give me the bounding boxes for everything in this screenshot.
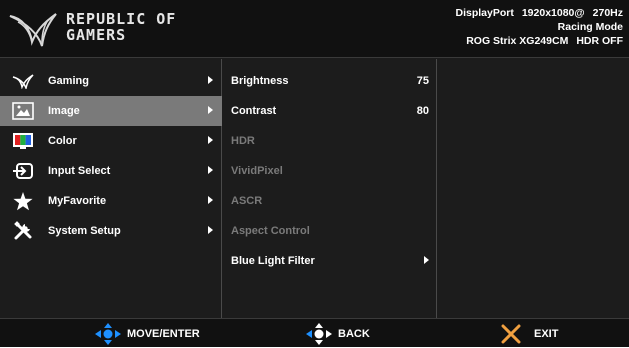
sub-item-brightness[interactable]: Brightness 75 <box>223 66 437 96</box>
menu-item-myfavorite[interactable]: MyFavorite <box>0 186 222 216</box>
sub-item-label: HDR <box>231 135 255 147</box>
input-select-icon <box>12 161 34 181</box>
chevron-right-icon <box>208 106 213 114</box>
menu-item-system-setup[interactable]: System Setup <box>0 216 222 246</box>
osd-header: REPUBLIC OF GAMERS DisplayPort 1920x1080@… <box>0 0 629 58</box>
menu-item-color[interactable]: Color <box>0 126 222 156</box>
back-hint: BACK <box>306 319 370 348</box>
sub-item-hdr: HDR <box>223 126 437 156</box>
picture-icon <box>12 101 34 121</box>
chevron-right-icon <box>208 166 213 174</box>
chevron-right-icon <box>208 76 213 84</box>
chevron-right-icon <box>208 136 213 144</box>
signal-info: DisplayPort 1920x1080@ 270Hz <box>455 6 623 20</box>
osd-menu: REPUBLIC OF GAMERS DisplayPort 1920x1080@… <box>0 0 629 347</box>
sub-item-label: Brightness <box>231 75 289 87</box>
sub-item-ascr: ASCR <box>223 186 437 216</box>
exit-x-icon <box>501 324 521 343</box>
sub-item-label: Blue Light Filter <box>231 255 315 267</box>
sub-item-label: Contrast <box>231 105 277 117</box>
back-label: BACK <box>338 327 370 340</box>
resolution: 1920x1080@ <box>521 7 585 19</box>
brightness-value: 75 <box>416 75 429 87</box>
rog-claw-icon <box>12 71 34 91</box>
sub-item-blue-light-filter[interactable]: Blue Light Filter <box>223 246 437 276</box>
refresh-rate: 270Hz <box>592 7 623 19</box>
sub-item-contrast[interactable]: Contrast 80 <box>223 96 437 126</box>
logo-line-2: GAMERS <box>66 26 127 44</box>
rog-logo-icon <box>9 13 57 47</box>
hdr-status: HDR OFF <box>576 35 623 47</box>
input-port: DisplayPort <box>455 7 514 19</box>
osd-footer: MOVE/ENTER BACK EXIT <box>0 318 629 347</box>
menu-item-label: Gaming <box>48 75 89 87</box>
move-enter-label: MOVE/ENTER <box>127 327 200 340</box>
exit-hint: EXIT <box>500 319 558 348</box>
menu-item-image[interactable]: Image <box>0 96 222 126</box>
star-icon <box>12 191 34 211</box>
model-name: ROG Strix XG249CM <box>466 35 569 47</box>
color-monitor-icon <box>12 131 34 151</box>
sub-item-label: ASCR <box>231 195 263 207</box>
sub-item-aspect-control: Aspect Control <box>223 216 437 246</box>
sub-item-label: Aspect Control <box>231 225 310 237</box>
logo-line-1: REPUBLIC OF <box>66 10 177 28</box>
chevron-right-icon <box>208 226 213 234</box>
detail-panel <box>438 59 629 318</box>
status-info: DisplayPort 1920x1080@ 270Hz Racing Mode R… <box>455 6 623 48</box>
exit-label: EXIT <box>534 327 559 340</box>
game-mode: Racing Mode <box>557 21 623 33</box>
move-enter-hint: MOVE/ENTER <box>95 319 200 348</box>
tools-icon <box>12 221 34 241</box>
chevron-right-icon <box>424 256 429 264</box>
menu-item-label: Image <box>48 105 80 117</box>
menu-item-label: Color <box>48 135 77 147</box>
joystick-move-icon <box>95 322 121 345</box>
chevron-right-icon <box>208 196 213 204</box>
sub-item-vividpixel: VividPixel <box>223 156 437 186</box>
sub-menu: Brightness 75 Contrast 80 HDR VividPixel… <box>223 59 437 318</box>
menu-item-input-select[interactable]: Input Select <box>0 156 222 186</box>
menu-item-label: MyFavorite <box>48 195 107 207</box>
model-info: ROG Strix XG249CM HDR OFF <box>455 34 623 48</box>
main-menu: Gaming Image Color Input Select MyFavori… <box>0 59 222 318</box>
joystick-back-icon <box>306 322 332 345</box>
menu-item-label: Input Select <box>48 165 111 177</box>
logo-wordmark: REPUBLIC OF GAMERS <box>66 11 216 43</box>
sub-item-label: VividPixel <box>231 165 283 177</box>
contrast-value: 80 <box>416 105 429 117</box>
menu-item-label: System Setup <box>48 225 121 237</box>
menu-item-gaming[interactable]: Gaming <box>0 66 222 96</box>
